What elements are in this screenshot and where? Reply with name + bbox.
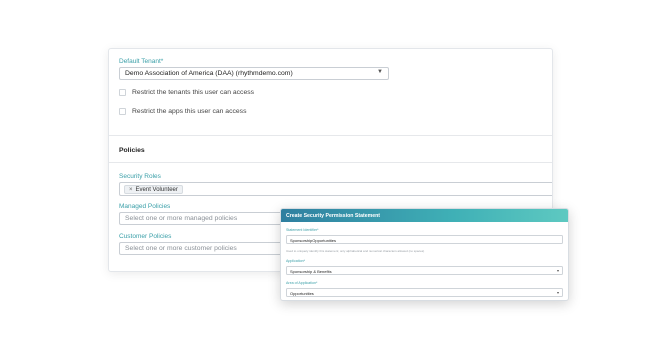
- restrict-tenants-label: Restrict the tenants this user can acces…: [132, 88, 255, 96]
- divider: [109, 162, 552, 163]
- policies-title: Policies: [119, 147, 145, 154]
- application-value: Sponsorship & Benefits: [290, 269, 332, 274]
- create-permission-modal: Create Security Permission Statement Sta…: [280, 208, 569, 301]
- restrict-tenants-checkbox[interactable]: [119, 88, 126, 96]
- role-chip: × Event Volunteer: [124, 185, 183, 194]
- default-tenant-value: Demo Association of America (DAA) (rhyth…: [125, 70, 293, 77]
- area-of-application-label: Area of Application*: [286, 281, 318, 285]
- default-tenant-label: Default Tenant*: [119, 58, 164, 65]
- managed-policies-input[interactable]: Select one or more managed policies: [119, 212, 289, 225]
- customer-policies-label: Customer Policies: [119, 233, 172, 240]
- chevron-down-icon: ▾: [556, 268, 559, 273]
- area-of-application-value: Opportunities: [290, 291, 314, 296]
- role-chip-label: Event Volunteer: [135, 186, 178, 193]
- security-roles-label: Security Roles: [119, 173, 161, 180]
- modal-title: Create Security Permission Statement: [281, 209, 568, 222]
- chevron-down-icon: ▼: [377, 69, 383, 75]
- security-roles-input[interactable]: × Event Volunteer: [119, 182, 552, 196]
- application-select[interactable]: Sponsorship & Benefits ▾: [286, 266, 563, 275]
- application-label: Application*: [286, 259, 305, 263]
- restrict-apps-row[interactable]: Restrict the apps this user can access: [119, 106, 246, 116]
- restrict-apps-label: Restrict the apps this user can access: [132, 107, 247, 115]
- default-tenant-select[interactable]: Demo Association of America (DAA) (rhyth…: [119, 67, 389, 80]
- chevron-down-icon: ▾: [556, 290, 559, 295]
- area-of-application-select[interactable]: Opportunities ▾: [286, 288, 563, 297]
- statement-identifier-input[interactable]: SponsorshipOpportunities: [286, 235, 563, 244]
- managed-policies-label: Managed Policies: [119, 203, 171, 210]
- statement-identifier-help: Used to uniquely identify this statement…: [286, 249, 425, 253]
- statement-identifier-label: Statement Identifier*: [286, 228, 319, 232]
- customer-policies-input[interactable]: Select one or more customer policies: [119, 242, 289, 255]
- tenant-section: Default Tenant* Demo Association of Amer…: [109, 49, 552, 136]
- close-icon[interactable]: ×: [129, 187, 133, 193]
- restrict-tenants-row[interactable]: Restrict the tenants this user can acces…: [119, 87, 254, 97]
- restrict-apps-checkbox[interactable]: [119, 107, 126, 115]
